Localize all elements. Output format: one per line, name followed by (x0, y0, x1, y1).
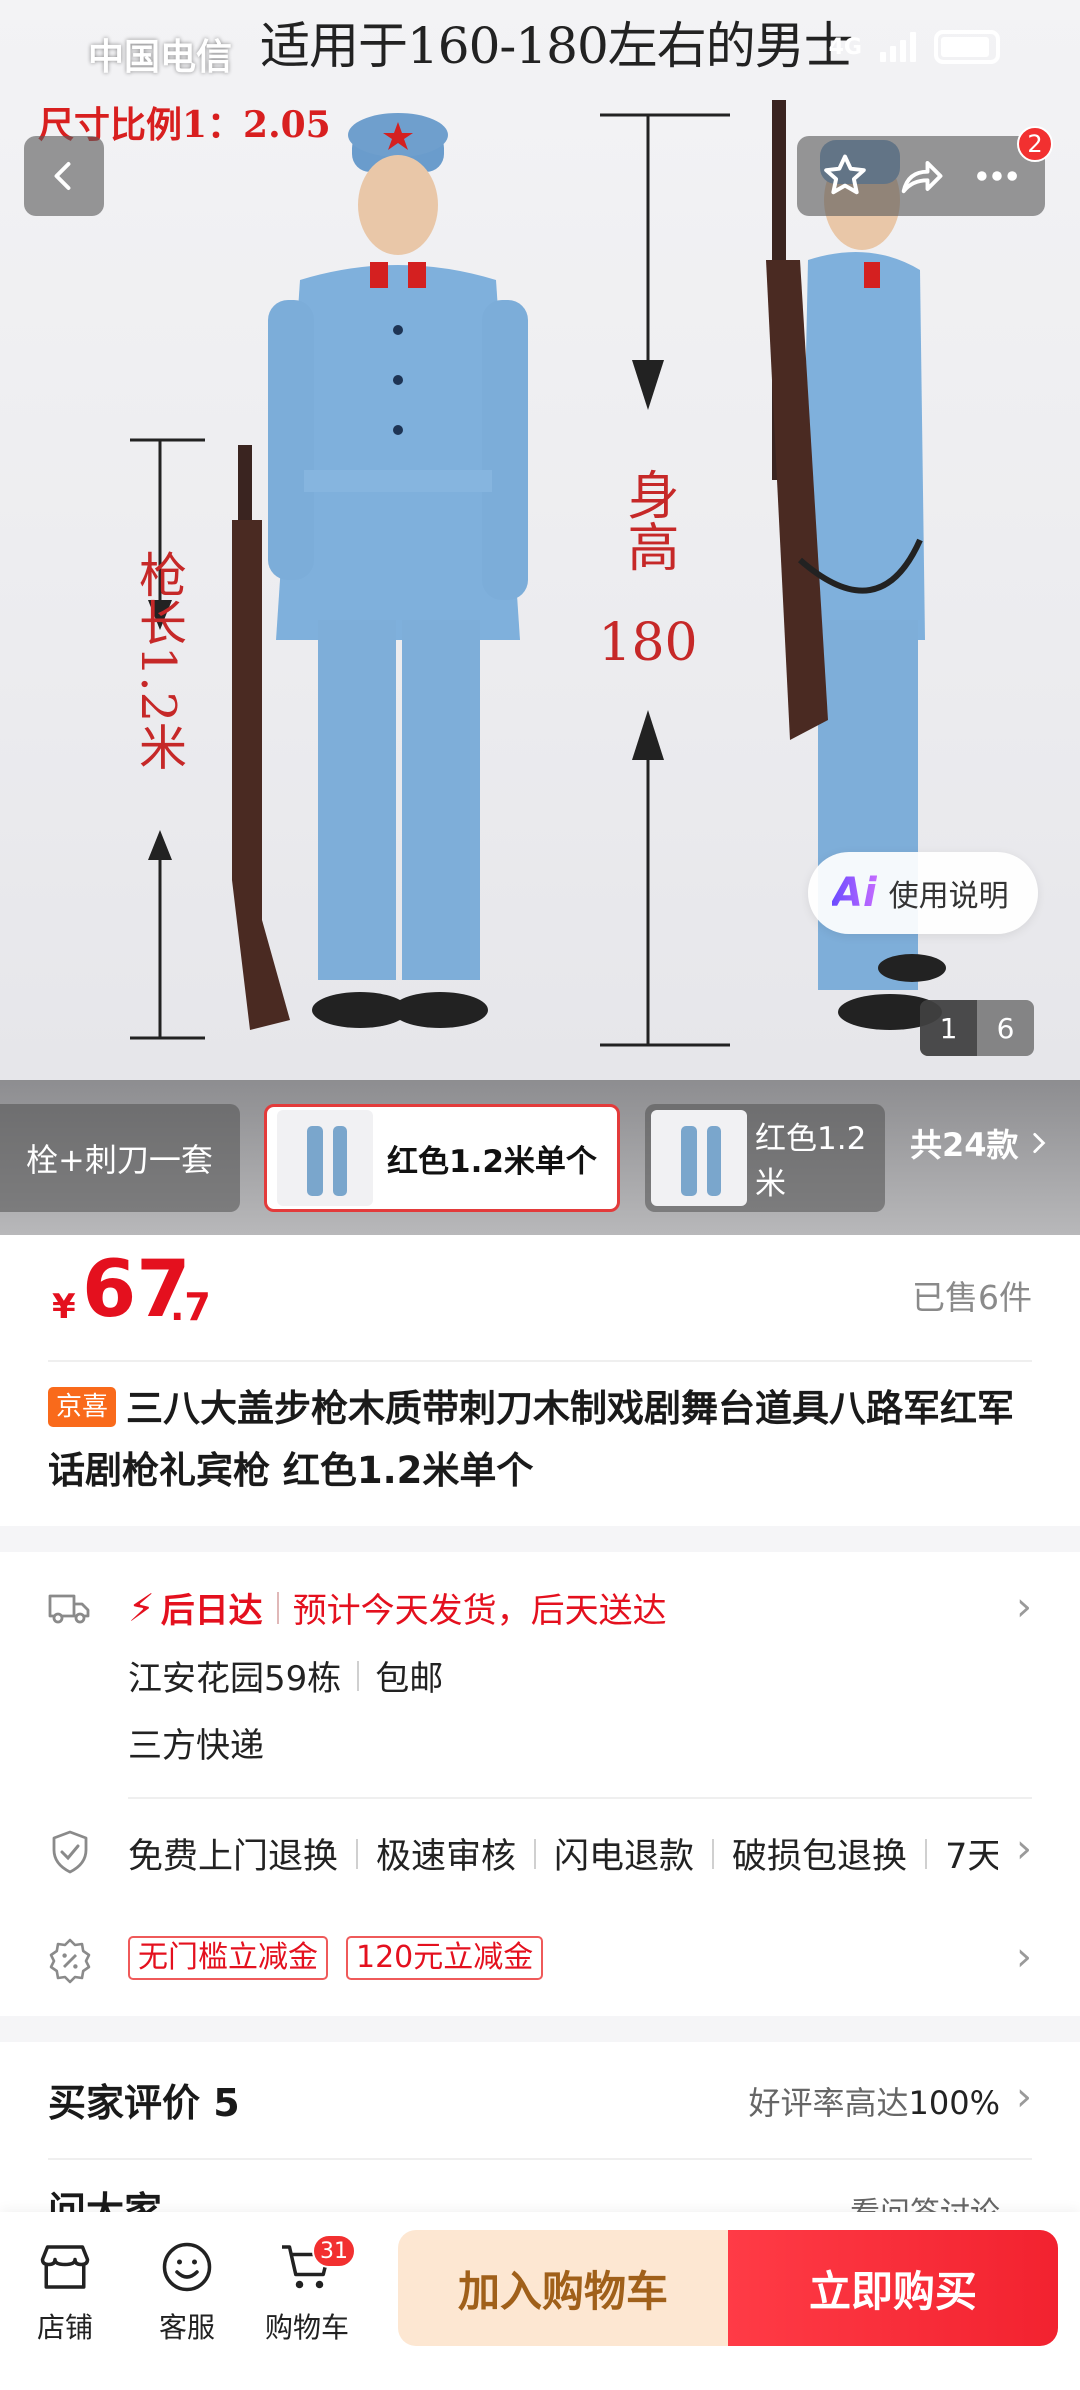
coupon-tag: 无门槛立减金 (128, 1936, 328, 1980)
carrier-label: 中国电信 (88, 37, 233, 78)
rifle-length-label-1: 枪长1.2米 (130, 550, 186, 770)
reviews-count: 5 (213, 2081, 240, 2125)
variant-option-selected[interactable]: 红色1.2米单个 (264, 1104, 620, 1212)
variant-label: 红色1.2米 (755, 1121, 867, 1202)
section-gap (0, 2016, 1080, 2042)
chevron-right-icon: › (1016, 1934, 1032, 1980)
product-image-gallery[interactable]: 枪长1.2米 身高 180 适用于160-180左右的男士 尺寸比例1：2.05… (0, 0, 1080, 1080)
separator (276, 1591, 279, 1624)
variant-option[interactable]: 栓+刺刀一套 (0, 1104, 240, 1212)
battery-icon (934, 30, 1000, 64)
service-item: 破损包退换 (732, 1837, 908, 1877)
coupon-tag: 120元立减金 (346, 1936, 544, 1980)
back-button[interactable] (24, 136, 104, 216)
image-pager: 1 6 (920, 1000, 1034, 1056)
front-figure (268, 113, 528, 1028)
usage-instructions-label: 使用说明 (888, 879, 1009, 914)
chevron-right-icon: › (1016, 1826, 1032, 1872)
service-item: 极速审核 (376, 1837, 517, 1877)
notification-badge: 2 (1017, 126, 1053, 162)
currency-symbol: ¥ (52, 1287, 76, 1327)
status-icons: 4G (829, 30, 1000, 64)
chevron-right-icon: › (1016, 1584, 1032, 1630)
delivery-speed-label: 后日达 (160, 1591, 263, 1631)
coupon-list: 无门槛立减金 120元立减金 (128, 1936, 544, 1980)
variant-thumbnail (651, 1110, 747, 1206)
divider (128, 1797, 1032, 1799)
service-item: 免费上门退换 (128, 1837, 339, 1877)
customer-service-label: 客服 (158, 2311, 215, 2344)
height-label: 身高 (618, 468, 678, 572)
sold-count: 已售6件 (912, 1278, 1032, 1317)
smiley-icon (162, 2242, 212, 2292)
product-title-text: 三八大盖步枪木质带刺刀木制戏剧舞台道具八路军红军话剧枪礼宾枪 红色1.2米单个 (48, 1387, 1015, 1492)
address-text: 江安花园59栋 (128, 1659, 342, 1699)
service-item: 7天无理由 (945, 1837, 998, 1877)
more-icon[interactable] (971, 150, 1023, 202)
shield-check-icon (52, 1830, 88, 1874)
top-action-group: 2 (797, 126, 1053, 216)
status-bar: 中国电信 4G (0, 0, 1080, 100)
star-icon[interactable] (819, 150, 871, 202)
chevron-left-icon (54, 162, 71, 190)
delivery-address: 江安花园59栋 包邮 (128, 1651, 443, 1700)
reviews-title: 买家评价 5 (48, 2072, 240, 2127)
truck-icon (48, 1594, 90, 1624)
shipping-fee: 包邮 (375, 1659, 444, 1699)
share-icon[interactable] (895, 150, 947, 202)
height-value: 180 (598, 613, 697, 673)
variant-label: 栓+刺刀一套 (26, 1141, 213, 1179)
product-title[interactable]: 京喜 三八大盖步枪木质带刺刀木制戏剧舞台道具八路军红军话剧枪礼宾枪 红色1.2米单… (48, 1378, 1038, 1502)
positive-rate-prefix: 好评率高达 (748, 2084, 909, 2122)
delivery-speed: ⚡ 后日达 预计今天发货，后天送达 (128, 1583, 667, 1632)
signal-icon (880, 32, 916, 62)
network-type-label: 4G (828, 34, 862, 60)
chevron-right-icon (1032, 1132, 1045, 1154)
price-section: ¥ 67 .7 已售6件 (0, 1235, 1080, 1360)
cart-count-badge: 31 (312, 2234, 356, 2268)
courier-label: 三方快递 (128, 1726, 264, 1766)
variant-thumbnail (277, 1110, 373, 1206)
service-item: 闪电退款 (554, 1837, 695, 1877)
jingxi-tag: 京喜 (48, 1387, 117, 1427)
buy-now-button[interactable]: 立即购买 (728, 2230, 1058, 2346)
bottom-action-bar: 店铺 客服 购物车 31 加入购物车 立即购买 (0, 2212, 1080, 2390)
reviews-title-text: 买家评价 (48, 2081, 201, 2125)
service-list: 免费上门退换 极速审核 闪电退款 破损包退换 7天无理由 (128, 1828, 998, 1879)
store-button[interactable]: 店铺 (10, 2234, 120, 2346)
divider (48, 2158, 1032, 2160)
variant-label: 红色1.2米单个 (387, 1143, 597, 1180)
usage-instructions-button[interactable]: Ai 使用说明 (808, 852, 1038, 934)
height-marker (600, 113, 730, 1047)
pager-total: 6 (996, 1011, 1015, 1045)
lightning-icon: ⚡ (128, 1585, 155, 1630)
variant-count-button[interactable]: 共24款 (910, 1120, 1051, 1166)
section-gap (0, 1526, 1080, 1552)
store-label: 店铺 (36, 2311, 93, 2344)
add-to-cart-button[interactable]: 加入购物车 (398, 2230, 728, 2346)
cart-button[interactable]: 购物车 31 (252, 2234, 362, 2346)
variant-count-label: 共24款 (910, 1126, 1019, 1164)
positive-rate: 好评率高达100% (749, 2078, 1001, 2124)
cart-label: 购物车 (264, 2311, 349, 2344)
store-icon (40, 2245, 90, 2289)
price-decimal: .7 (170, 1285, 211, 1329)
ai-icon: Ai (832, 870, 877, 916)
separator (357, 1660, 360, 1691)
variant-option[interactable]: 红色1.2米 (645, 1104, 885, 1212)
positive-rate-value: 100% (908, 2084, 1000, 2122)
pager-current: 1 (920, 1000, 977, 1056)
divider (48, 1360, 1032, 1362)
chevron-right-icon: › (1016, 2074, 1032, 2120)
delivery-eta: 预计今天发货，后天送达 (292, 1591, 667, 1631)
customer-service-button[interactable]: 客服 (132, 2234, 242, 2346)
discount-badge-icon (49, 1938, 91, 1984)
